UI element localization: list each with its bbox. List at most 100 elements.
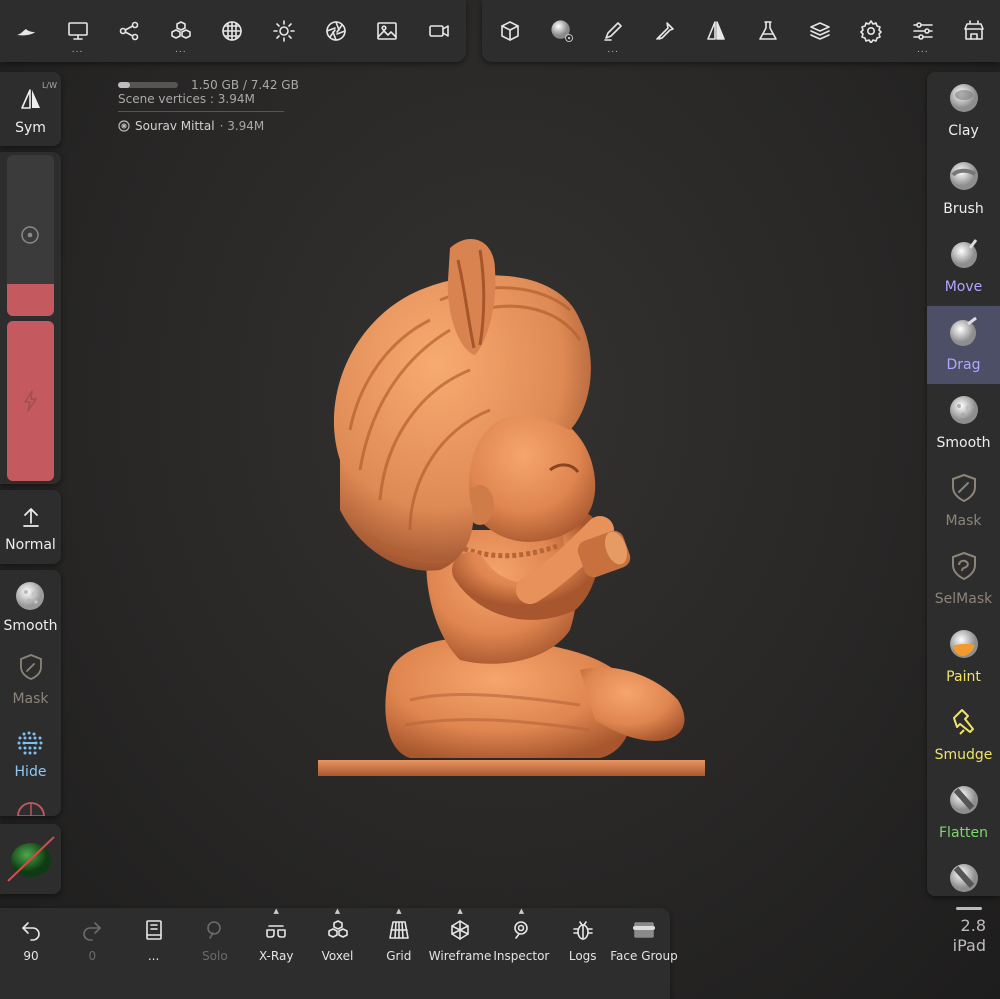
layers-button[interactable]: [795, 0, 845, 62]
object-row[interactable]: Sourav Mittal · 3.94M: [118, 119, 264, 133]
bottom-toolbar: 90 0... Solo ▲ X-Ray ▲ Voxel ▲ Grid ▲ Wireframe ▲ In…: [0, 907, 678, 999]
tool-label: Brush: [943, 201, 984, 217]
radius-icon: [21, 226, 39, 244]
hierarchy-button[interactable]: [104, 0, 154, 62]
voxel-button[interactable]: ▲ Voxel: [307, 908, 369, 999]
object-mesh-icon: [118, 120, 130, 132]
primitives-button[interactable]: ...: [156, 0, 206, 62]
caret-up-icon: ▲: [273, 907, 279, 915]
memory-text: 1.50 GB / 7.42 GB: [191, 78, 299, 92]
grid-button[interactable]: ▲ Grid: [368, 908, 430, 999]
tool-smooth[interactable]: Smooth: [927, 384, 1000, 462]
tool-smudge[interactable]: Smudge: [927, 696, 1000, 774]
gear-icon: [859, 19, 883, 43]
solo-button[interactable]: Solo: [184, 908, 246, 999]
info-divider: [118, 111, 284, 112]
quick-mask-button[interactable]: Mask: [0, 646, 61, 716]
aperture-icon: [324, 19, 348, 43]
tool-label: Mask: [945, 513, 982, 529]
symmetry-toggle[interactable]: L/W Sym: [0, 72, 61, 146]
filters-button[interactable]: [743, 0, 793, 62]
tool-selmask[interactable]: SelMask: [927, 540, 1000, 618]
top-toolbar-right: ......: [482, 0, 1000, 62]
more-dots: ...: [175, 45, 187, 55]
grid-icon: [387, 918, 411, 942]
cubes-icon: [326, 918, 350, 942]
paint-tools-button[interactable]: [640, 0, 690, 62]
face-group-button[interactable]: Face Group: [610, 908, 678, 999]
mask-icon: [952, 473, 976, 503]
more-dots: ...: [71, 45, 84, 55]
caret-up-icon: ▲: [334, 907, 341, 915]
layers-icon: [808, 19, 832, 43]
scene-button[interactable]: ...: [53, 0, 103, 62]
tool-drag[interactable]: Drag: [927, 306, 1000, 384]
camera-aperture-button[interactable]: [311, 0, 361, 62]
tool-label: Drag: [946, 357, 981, 373]
lighting-button[interactable]: [259, 0, 309, 62]
inspector-button[interactable]: ▲ Inspector: [490, 908, 552, 999]
dropper-icon: [653, 19, 677, 43]
tool-mask[interactable]: Mask: [927, 462, 1000, 540]
flask-icon: [756, 19, 780, 43]
intensity-slider[interactable]: [7, 321, 54, 481]
quick-mask-label: Mask: [12, 691, 49, 707]
quick-smooth-button[interactable]: Smooth: [0, 570, 61, 640]
smooth-icon: [950, 396, 978, 424]
record-button[interactable]: [414, 0, 464, 62]
bug-icon: [571, 918, 595, 942]
move-icon: [951, 239, 978, 268]
stroke-direction-toggle[interactable]: Normal: [0, 490, 61, 564]
cubes-icon: [169, 19, 193, 43]
tool-paint[interactable]: Paint: [927, 618, 1000, 696]
sculpt-model[interactable]: [280, 230, 720, 790]
caret-up-icon: ▲: [396, 907, 402, 915]
wireframe-button[interactable]: ▲ Wireframe: [429, 907, 492, 999]
redo-button-label: 0: [88, 949, 97, 963]
radius-slider[interactable]: [7, 155, 54, 316]
quick-hide-label: Hide: [14, 764, 47, 780]
background-image-button[interactable]: [362, 0, 412, 62]
tool-move[interactable]: Move: [927, 228, 1000, 306]
pen-icon: [601, 19, 625, 43]
partial-tool-icon: [950, 864, 978, 892]
tool-label: Clay: [948, 123, 979, 139]
shop-icon: [962, 19, 986, 43]
memory-bar: [118, 82, 178, 88]
xray-button[interactable]: ▲ X-Ray: [245, 908, 307, 999]
tool-label: SelMask: [934, 591, 993, 607]
tool-flatten[interactable]: Flatten: [927, 774, 1000, 852]
sphere-grid-icon: [220, 19, 244, 43]
matcap-button[interactable]: [537, 0, 587, 62]
smudge-icon: [953, 709, 974, 735]
undo-button-label: 90: [23, 949, 39, 963]
symmetry-button[interactable]: [691, 0, 741, 62]
xray-button-label: X-Ray: [258, 949, 294, 963]
undo-button[interactable]: 90: [0, 908, 62, 999]
paint-icon: [950, 630, 978, 658]
tool-label: Flatten: [939, 825, 988, 841]
redo-icon: [80, 918, 104, 942]
solo-button-label: Solo: [202, 949, 228, 963]
material-cube-button[interactable]: [485, 0, 535, 62]
topology-button[interactable]: ...: [123, 908, 185, 999]
store-button[interactable]: [949, 0, 999, 62]
painting-button[interactable]: ...: [588, 0, 638, 62]
interface-button[interactable]: ...: [898, 0, 948, 62]
smooth-icon: [16, 582, 44, 610]
app-logo[interactable]: [1, 0, 51, 62]
tool-label: Paint: [946, 669, 981, 685]
partial-tool-icon: [17, 802, 45, 816]
logs-button[interactable]: Logs: [552, 908, 614, 999]
caret-up-icon: ▲: [457, 907, 463, 915]
redo-button[interactable]: 0: [61, 908, 123, 999]
settings-button[interactable]: [846, 0, 896, 62]
drag-icon: [950, 316, 977, 346]
lightning-icon: [24, 390, 37, 412]
tool-clay[interactable]: Clay: [927, 72, 1000, 150]
tool-brush[interactable]: Brush: [927, 150, 1000, 228]
background-button[interactable]: [207, 0, 257, 62]
material-preview[interactable]: [0, 824, 61, 894]
logs-button-label: Logs: [568, 949, 597, 963]
quick-hide-button[interactable]: Hide: [0, 720, 61, 790]
